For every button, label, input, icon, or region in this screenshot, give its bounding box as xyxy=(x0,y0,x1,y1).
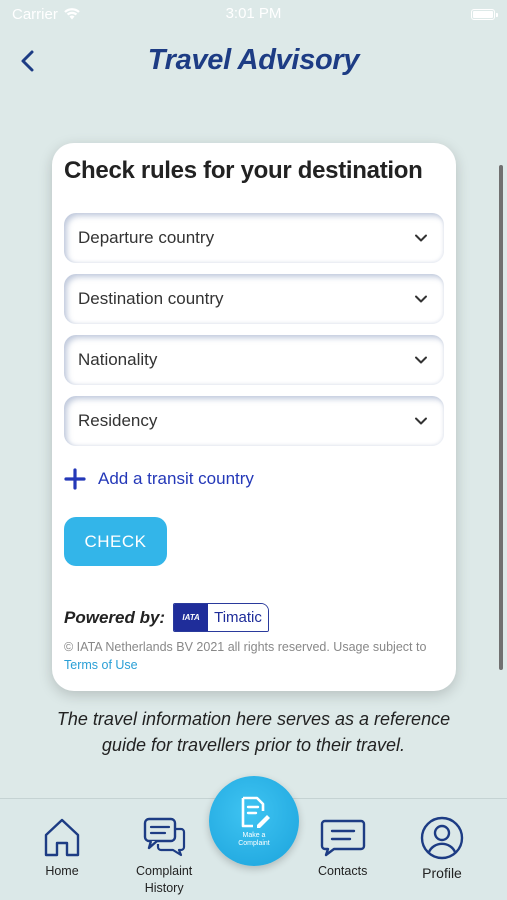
tab-label-line: Complaint xyxy=(136,864,193,878)
tab-label: Contacts xyxy=(318,864,368,878)
tab-contacts[interactable]: Contacts xyxy=(318,815,367,880)
disclaimer: The travel information here serves as a … xyxy=(0,706,507,758)
tab-label: Profile xyxy=(422,865,462,881)
plus-icon xyxy=(64,468,86,490)
message-icon xyxy=(320,819,365,857)
fab-label-line: Make a xyxy=(242,831,266,839)
fab-label-line: Complaint xyxy=(238,839,270,847)
header: Travel Advisory xyxy=(0,40,507,84)
page-title: Travel Advisory xyxy=(147,44,360,76)
card-title: Check rules for your destination xyxy=(64,157,423,184)
tab-profile[interactable]: Profile xyxy=(419,815,465,882)
nationality-dropdown[interactable]: Nationality xyxy=(64,335,444,385)
add-transit-country-button[interactable]: Add a transit country xyxy=(64,468,254,490)
battery-icon xyxy=(471,8,498,20)
tab-complaint-history[interactable]: Complaint History xyxy=(136,815,192,897)
disclaimer-line: The travel information here serves as a … xyxy=(56,709,451,729)
chevron-down-icon xyxy=(415,417,427,425)
profile-icon xyxy=(420,816,464,860)
copyright-text: © IATA Netherlands BV 2021 all rights re… xyxy=(64,638,448,674)
timatic-logo: IATA Timatic xyxy=(173,603,269,632)
tab-home[interactable]: Home xyxy=(40,815,84,880)
copyright-label: © IATA Netherlands BV 2021 all rights re… xyxy=(64,640,427,654)
powered-by: Powered by: IATA Timatic xyxy=(64,603,269,632)
status-bar: Carrier 3:01 PM xyxy=(0,0,507,28)
disclaimer-line: guide for travellers prior to their trav… xyxy=(101,735,406,755)
dropdown-label: Residency xyxy=(78,411,158,430)
chevron-down-icon xyxy=(415,234,427,242)
make-complaint-button[interactable]: Make a Complaint xyxy=(209,776,299,866)
dropdown-label: Departure country xyxy=(78,228,215,247)
dropdown-label: Nationality xyxy=(78,350,158,369)
tab-label: Home xyxy=(45,864,79,878)
home-icon xyxy=(44,818,80,857)
edit-document-icon xyxy=(241,796,270,828)
terms-of-use-link[interactable]: Terms of Use xyxy=(64,658,138,672)
iata-logo-icon: IATA xyxy=(174,604,209,631)
chat-bubbles-icon xyxy=(143,817,186,857)
check-button[interactable]: CHECK xyxy=(64,517,167,566)
chevron-down-icon xyxy=(415,295,427,303)
tab-label: Complaint History xyxy=(136,863,192,897)
residency-dropdown[interactable]: Residency xyxy=(64,396,444,446)
chevron-down-icon xyxy=(415,356,427,364)
fab-label: Make a Complaint xyxy=(238,832,270,848)
powered-by-label: Powered by: xyxy=(64,607,166,627)
dropdown-label: Destination country xyxy=(78,289,224,308)
add-transit-label: Add a transit country xyxy=(98,469,254,488)
scrollbar[interactable] xyxy=(499,165,503,670)
departure-country-dropdown[interactable]: Departure country xyxy=(64,213,444,263)
tab-label-line: History xyxy=(144,881,184,895)
timatic-label: Timatic xyxy=(208,604,268,631)
status-time: 3:01 PM xyxy=(225,5,282,22)
destination-country-dropdown[interactable]: Destination country xyxy=(64,274,444,324)
destination-rules-card: Check rules for your destination Departu… xyxy=(52,143,456,691)
